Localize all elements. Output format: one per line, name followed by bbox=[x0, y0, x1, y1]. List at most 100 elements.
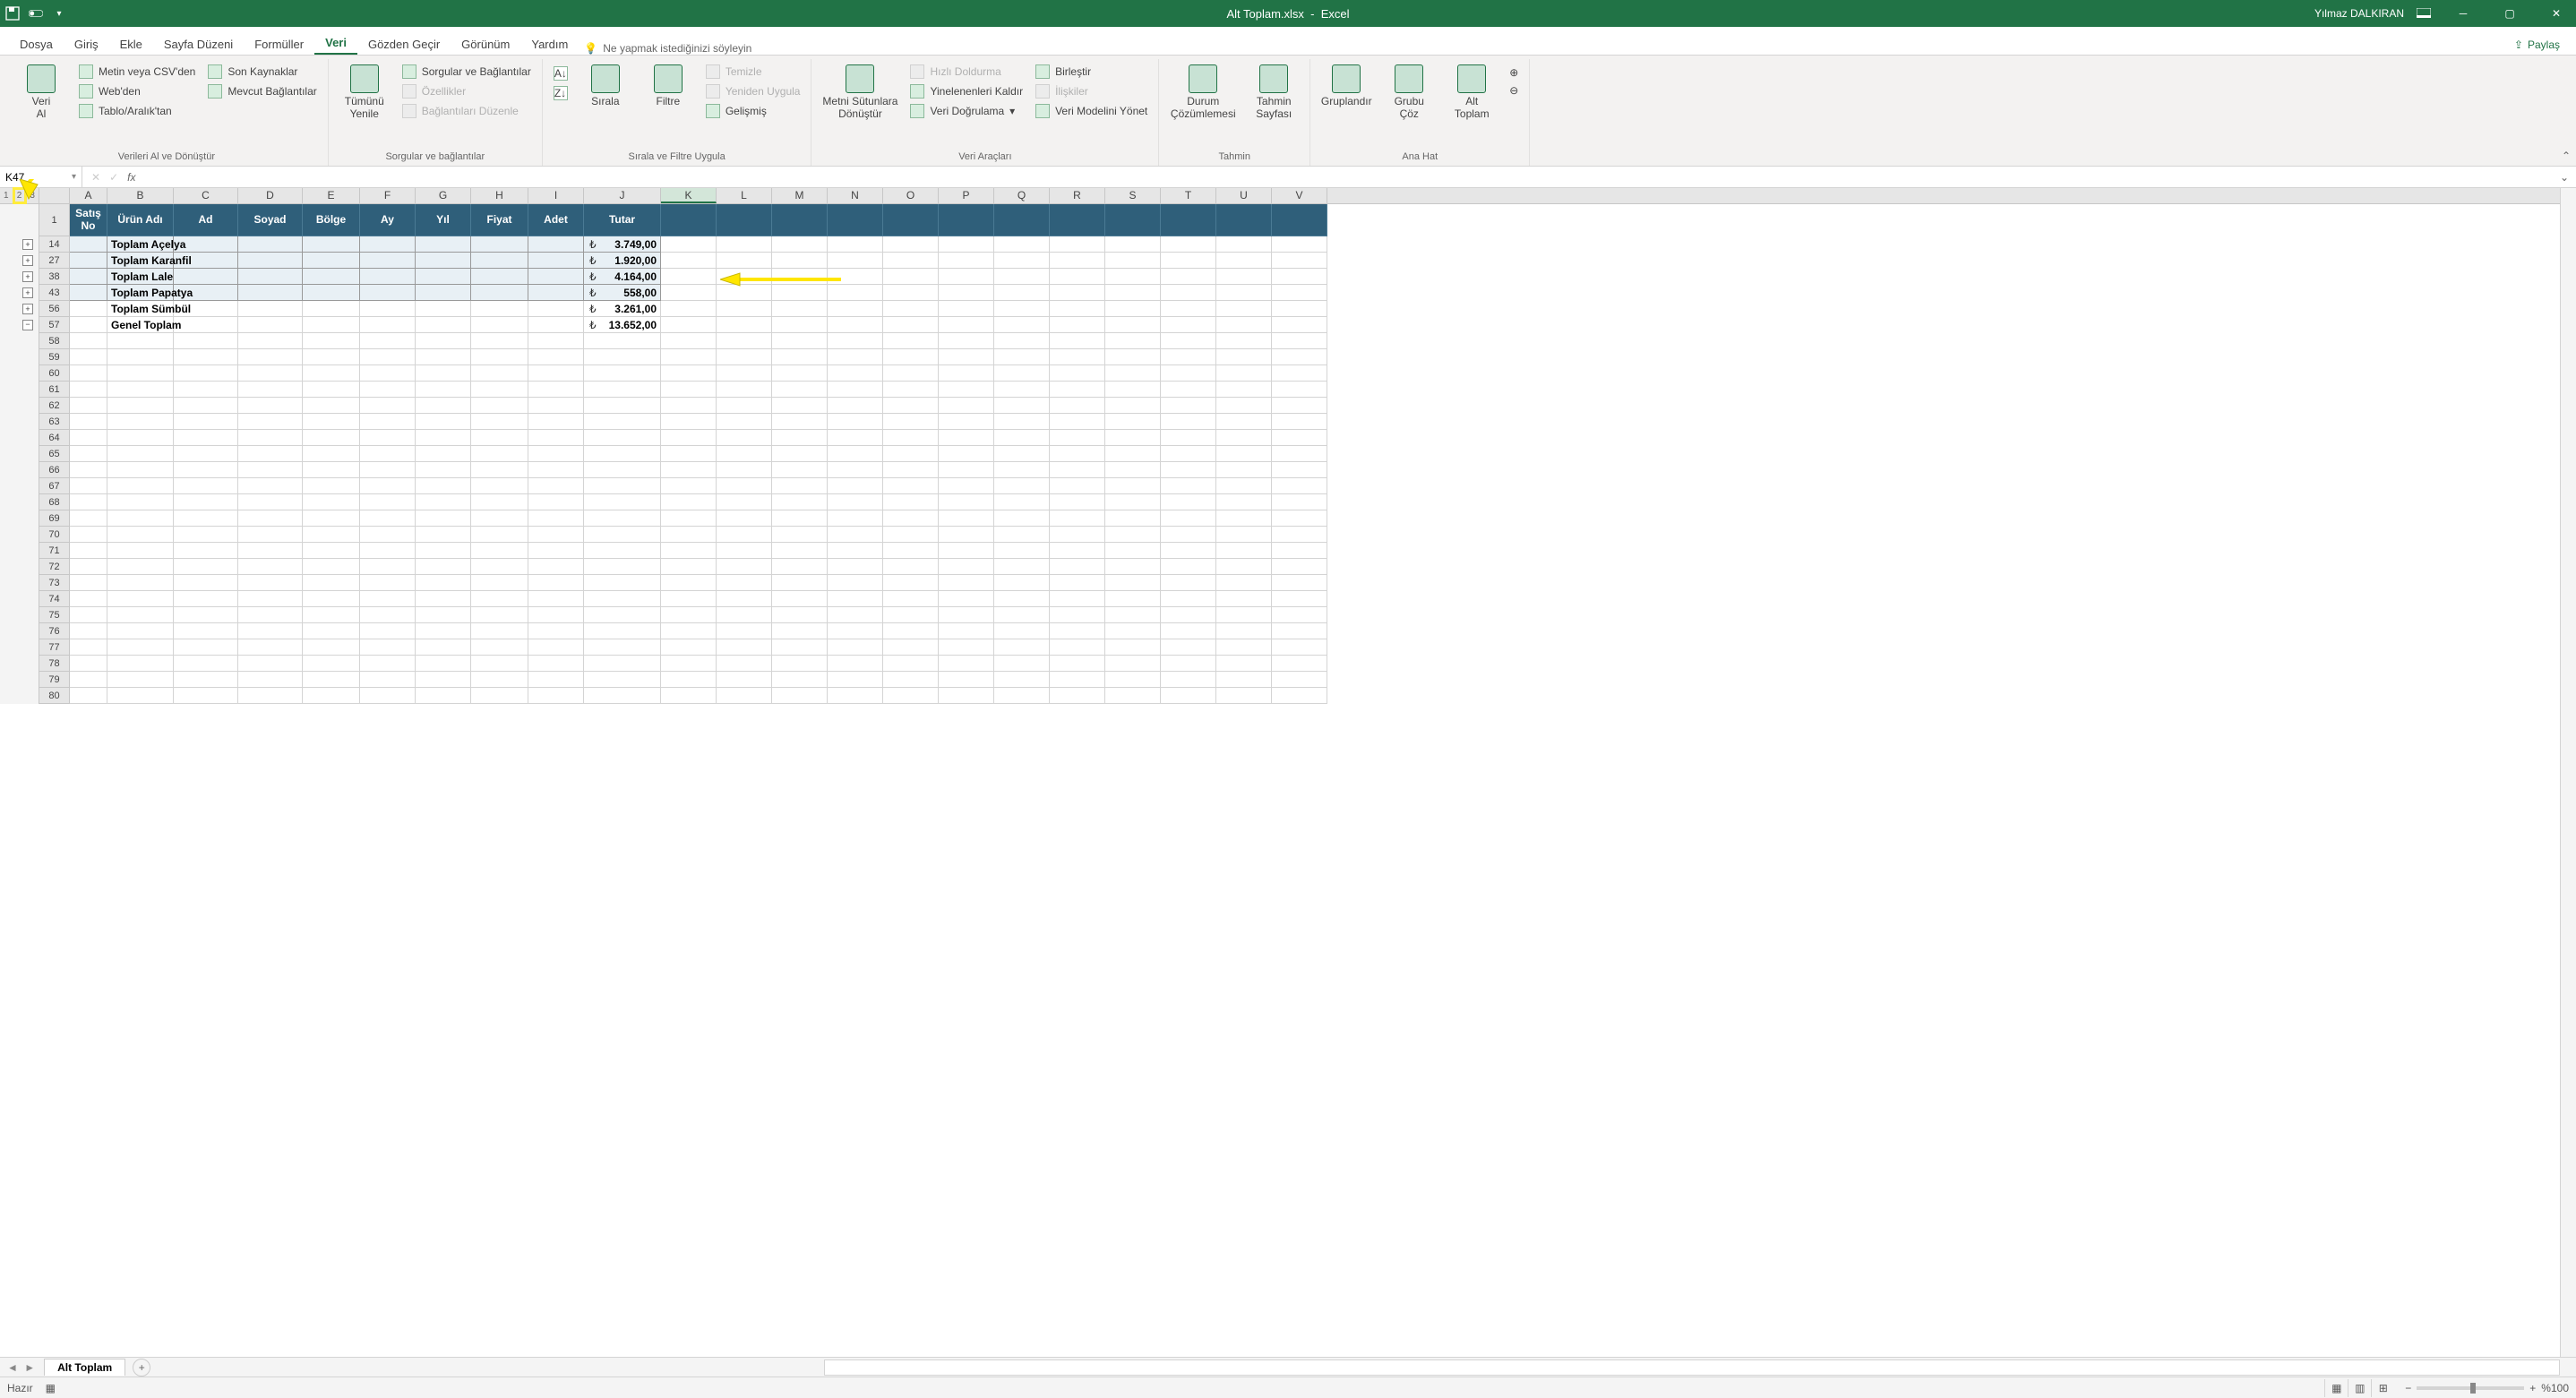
cell[interactable] bbox=[360, 527, 416, 543]
cell[interactable] bbox=[1272, 527, 1327, 543]
cell[interactable] bbox=[238, 527, 303, 543]
cell[interactable] bbox=[360, 688, 416, 704]
cell[interactable] bbox=[994, 623, 1050, 639]
cell[interactable] bbox=[1216, 559, 1272, 575]
cell[interactable] bbox=[939, 639, 994, 656]
cell[interactable] bbox=[107, 333, 174, 349]
manage-data-model-button[interactable]: Veri Modelini Yönet bbox=[1032, 102, 1151, 120]
cell[interactable] bbox=[828, 527, 883, 543]
col-header-K[interactable]: K bbox=[661, 188, 717, 203]
formula-input[interactable] bbox=[144, 171, 2552, 184]
cell[interactable] bbox=[416, 607, 471, 623]
cell[interactable] bbox=[717, 365, 772, 382]
cell[interactable] bbox=[883, 204, 939, 236]
cell[interactable] bbox=[828, 333, 883, 349]
cell[interactable] bbox=[70, 349, 107, 365]
cell[interactable] bbox=[994, 349, 1050, 365]
cell[interactable] bbox=[1105, 527, 1161, 543]
cell[interactable] bbox=[1161, 494, 1216, 510]
cell[interactable] bbox=[1050, 301, 1105, 317]
cell[interactable] bbox=[584, 591, 661, 607]
cell[interactable] bbox=[717, 688, 772, 704]
cell[interactable] bbox=[416, 639, 471, 656]
cell[interactable] bbox=[1272, 607, 1327, 623]
cell[interactable] bbox=[939, 365, 994, 382]
cell[interactable] bbox=[939, 672, 994, 688]
cell[interactable] bbox=[238, 269, 303, 285]
cell[interactable] bbox=[1105, 349, 1161, 365]
tab-yardim[interactable]: Yardım bbox=[520, 32, 579, 55]
cell[interactable] bbox=[1216, 607, 1272, 623]
ribbon-mode-icon[interactable] bbox=[2417, 8, 2431, 19]
cell[interactable] bbox=[238, 656, 303, 672]
cell[interactable] bbox=[717, 527, 772, 543]
cell[interactable] bbox=[107, 382, 174, 398]
cell[interactable] bbox=[939, 446, 994, 462]
cell[interactable] bbox=[1272, 333, 1327, 349]
cell[interactable] bbox=[772, 269, 828, 285]
cell[interactable] bbox=[1161, 204, 1216, 236]
cell[interactable] bbox=[416, 285, 471, 301]
cell[interactable] bbox=[1272, 349, 1327, 365]
cell[interactable] bbox=[939, 204, 994, 236]
sort-asc-button[interactable]: A↓ bbox=[550, 64, 571, 82]
cell[interactable] bbox=[1161, 478, 1216, 494]
cell[interactable] bbox=[1161, 575, 1216, 591]
cell[interactable] bbox=[471, 672, 528, 688]
cell[interactable] bbox=[772, 301, 828, 317]
cell[interactable] bbox=[1050, 430, 1105, 446]
tab-giris[interactable]: Giriş bbox=[64, 32, 109, 55]
row-header[interactable]: 79 bbox=[39, 672, 70, 688]
hide-detail-button[interactable]: ⊖ bbox=[1506, 82, 1522, 99]
cell[interactable] bbox=[994, 559, 1050, 575]
cell[interactable] bbox=[1272, 301, 1327, 317]
cell[interactable] bbox=[416, 253, 471, 269]
cell[interactable] bbox=[70, 462, 107, 478]
cell[interactable] bbox=[939, 462, 994, 478]
cell[interactable] bbox=[661, 591, 717, 607]
cell[interactable]: 1.920,00 bbox=[584, 253, 661, 269]
cell[interactable] bbox=[1105, 382, 1161, 398]
tab-gorunum[interactable]: Görünüm bbox=[451, 32, 520, 55]
cell[interactable] bbox=[772, 543, 828, 559]
cell[interactable] bbox=[360, 607, 416, 623]
cell[interactable] bbox=[1050, 236, 1105, 253]
row-header[interactable]: 43 bbox=[39, 285, 70, 301]
data-validation-button[interactable]: Veri Doğrulama ▾ bbox=[906, 102, 1026, 120]
cell[interactable] bbox=[360, 494, 416, 510]
cell[interactable] bbox=[1050, 398, 1105, 414]
cell[interactable] bbox=[1050, 382, 1105, 398]
cell[interactable] bbox=[1161, 430, 1216, 446]
cell[interactable] bbox=[107, 478, 174, 494]
cell[interactable] bbox=[1161, 285, 1216, 301]
expand-formula-bar-button[interactable]: ⌄ bbox=[2553, 171, 2576, 184]
cell[interactable] bbox=[1050, 317, 1105, 333]
cell[interactable] bbox=[70, 446, 107, 462]
outline-level-3[interactable]: 3 bbox=[26, 188, 39, 203]
cell[interactable] bbox=[70, 478, 107, 494]
cell[interactable] bbox=[528, 349, 584, 365]
cell[interactable] bbox=[303, 672, 360, 688]
cell[interactable] bbox=[471, 236, 528, 253]
cell[interactable] bbox=[772, 672, 828, 688]
cell[interactable] bbox=[107, 672, 174, 688]
cell[interactable] bbox=[939, 688, 994, 704]
cell[interactable] bbox=[883, 478, 939, 494]
cell[interactable]: Satış No bbox=[70, 204, 107, 236]
cell[interactable] bbox=[303, 591, 360, 607]
cell[interactable] bbox=[303, 527, 360, 543]
refresh-all-button[interactable]: Tümünü Yenile bbox=[336, 59, 393, 121]
cell[interactable] bbox=[584, 494, 661, 510]
cell[interactable] bbox=[174, 398, 238, 414]
cell[interactable] bbox=[717, 333, 772, 349]
col-header-R[interactable]: R bbox=[1050, 188, 1105, 203]
cell[interactable] bbox=[471, 301, 528, 317]
cell[interactable] bbox=[360, 639, 416, 656]
cell[interactable] bbox=[416, 333, 471, 349]
tab-formuller[interactable]: Formüller bbox=[244, 32, 314, 55]
cell[interactable] bbox=[584, 607, 661, 623]
tab-ekle[interactable]: Ekle bbox=[109, 32, 153, 55]
recent-sources-button[interactable]: Son Kaynaklar bbox=[204, 63, 320, 81]
cell[interactable] bbox=[717, 543, 772, 559]
cell[interactable] bbox=[107, 527, 174, 543]
